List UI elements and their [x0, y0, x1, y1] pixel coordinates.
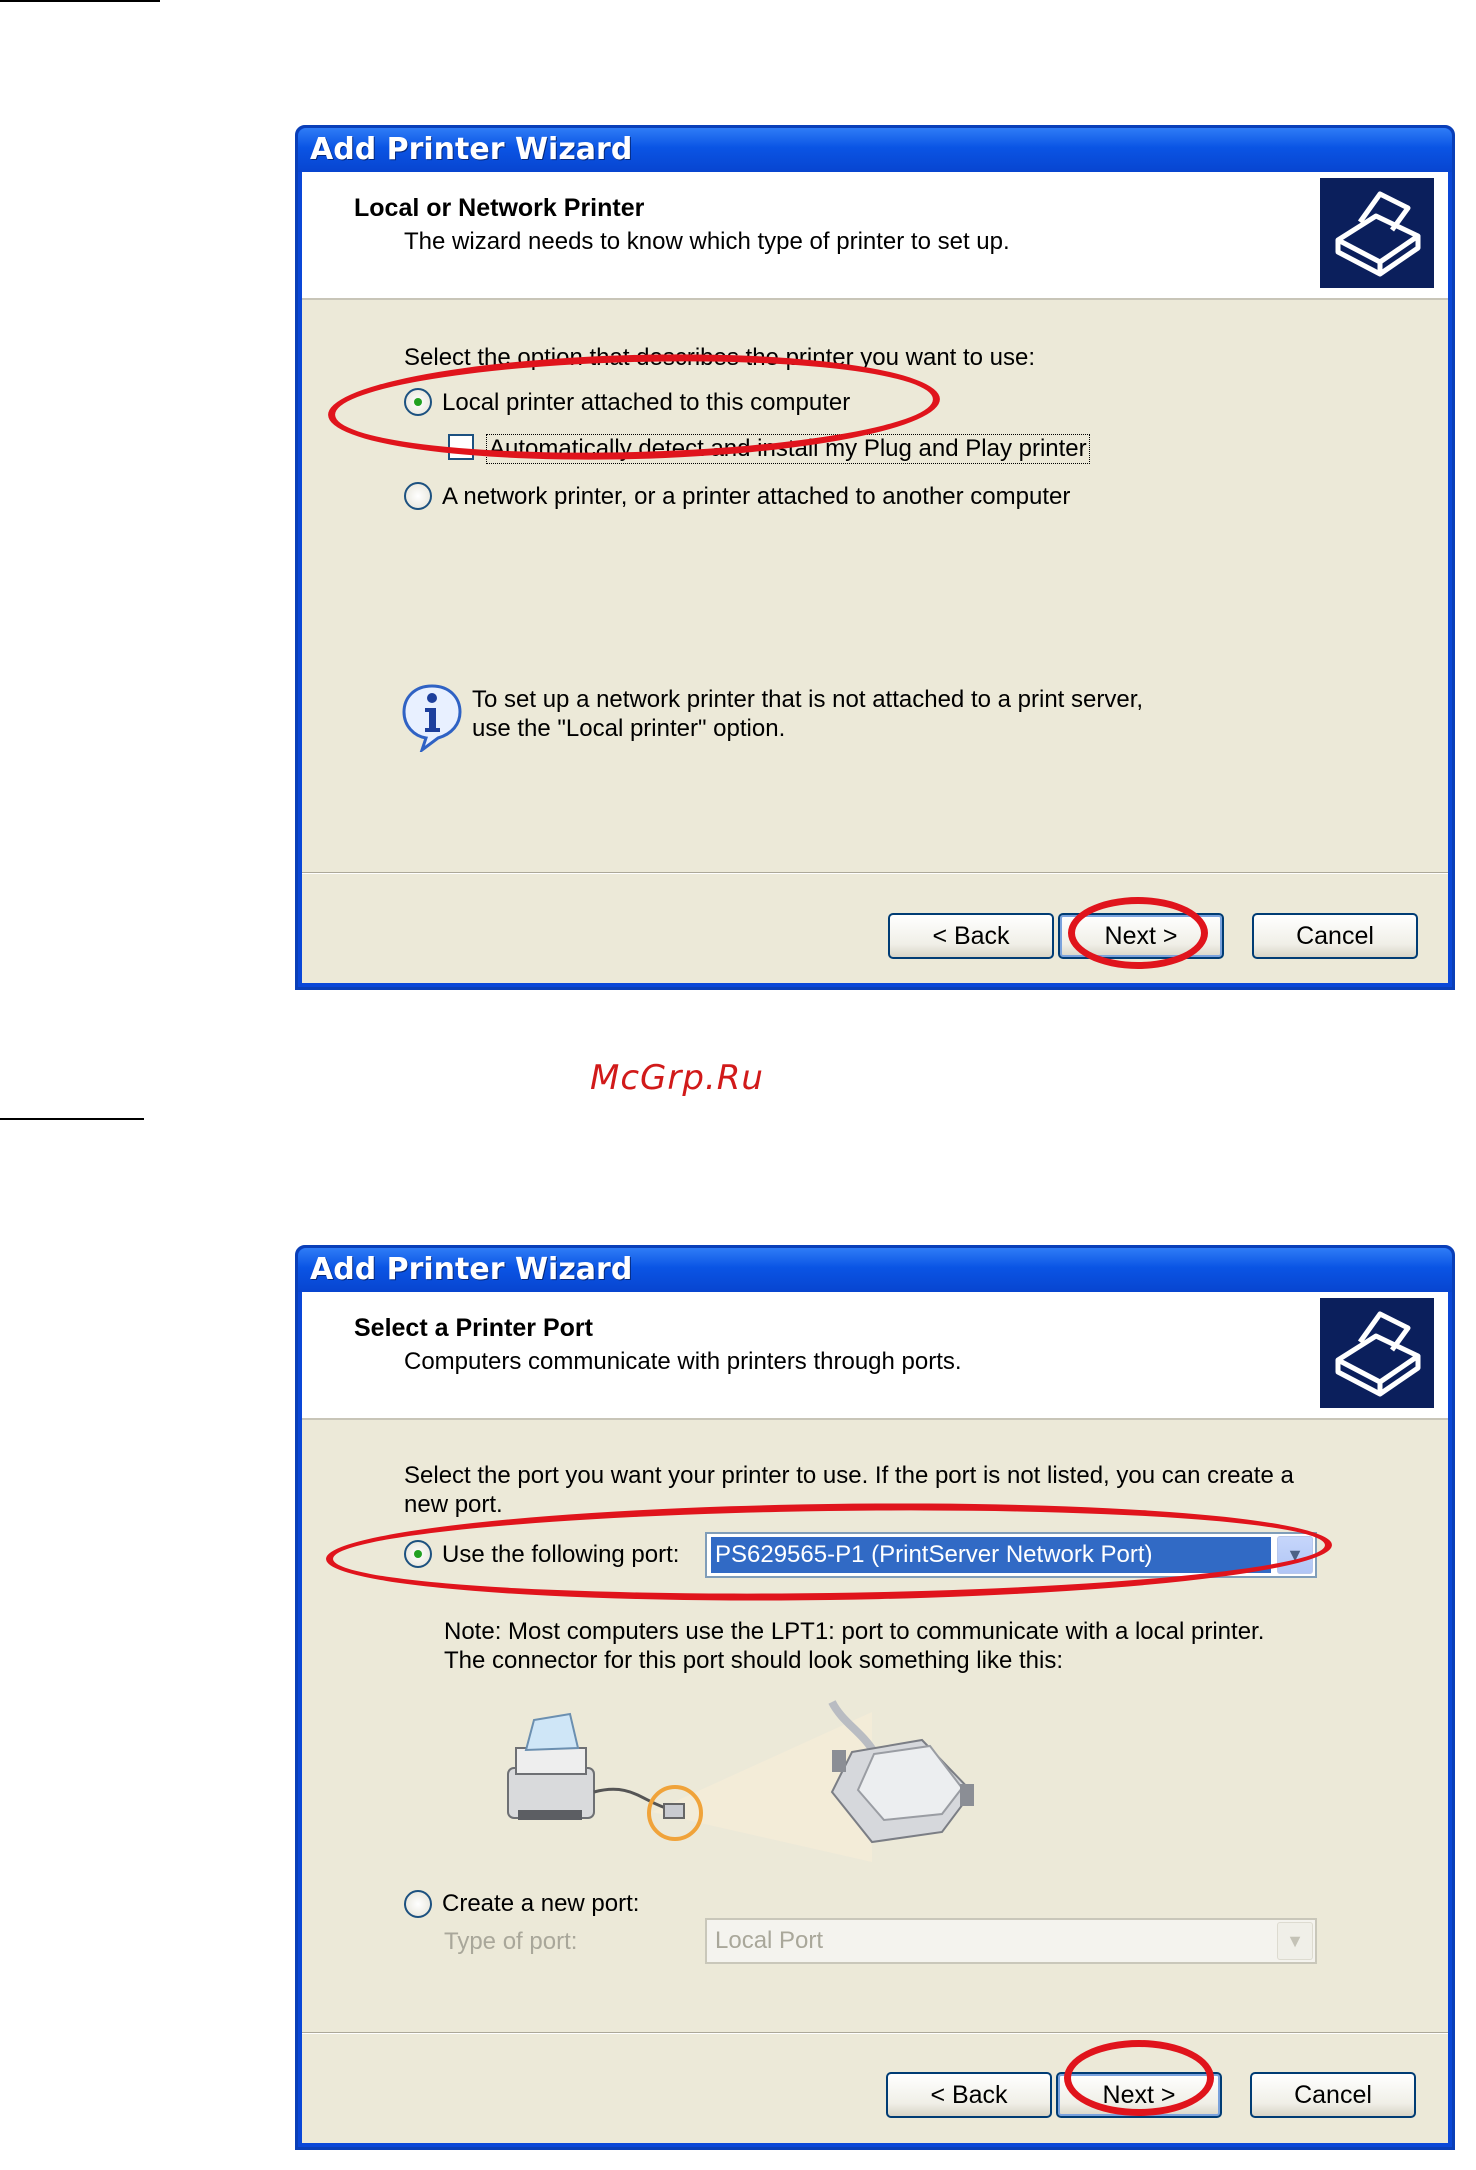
printer-wizard-icon [1320, 1298, 1434, 1408]
network-printer-label[interactable]: A network printer, or a printer attached… [442, 483, 1070, 511]
radio-selected-dot [414, 1550, 422, 1558]
header-title: Select a Printer Port [354, 1314, 593, 1342]
header-subtitle: The wizard needs to know which type of p… [404, 228, 1010, 255]
local-printer-label[interactable]: Local printer attached to this computer [442, 389, 850, 417]
lpt-connector-illustration [502, 1692, 1062, 1887]
use-following-port-label-text: Use the following port: [442, 1541, 680, 1568]
printer-illustration [507, 1712, 595, 1820]
chevron-down-icon[interactable]: ▼ [1277, 1536, 1313, 1574]
footer-separator [302, 872, 1448, 874]
add-printer-wizard-dialog-2: Add Printer Wizard Select a Printer Port… [295, 1245, 1455, 2150]
port-prompt-line-2: new port. [404, 1491, 503, 1518]
printer-wizard-icon [1320, 178, 1434, 288]
title-bar: Add Printer Wizard [298, 1248, 1452, 1292]
wizard-header: Local or Network Printer The wizard need… [302, 172, 1448, 300]
network-printer-radio[interactable] [404, 482, 432, 510]
type-of-port-label: Type of port: [444, 1928, 578, 1955]
header-subtitle: Computers communicate with printers thro… [404, 1348, 962, 1375]
port-select[interactable]: PS629565-P1 (PrintServer Network Port) ▼ [705, 1532, 1317, 1578]
note-line-2: The connector for this port should look … [444, 1647, 1063, 1674]
local-printer-label-text: Local printer attached to this computer [442, 389, 851, 416]
create-new-port-label[interactable]: Create a new port: [442, 1890, 639, 1918]
next-button[interactable]: Next > [1058, 913, 1224, 959]
network-printer-label-text: A network printer, or a printer attached… [442, 483, 1071, 510]
autodetect-label[interactable]: Automatically detect and install my Plug… [486, 434, 1090, 464]
port-select-value: PS629565-P1 (PrintServer Network Port) [711, 1537, 1271, 1573]
note-line-1: Note: Most computers use the LPT1: port … [444, 1618, 1265, 1645]
chevron-down-icon: ▼ [1277, 1922, 1313, 1960]
port-prompt-line-1: Select the port you want your printer to… [404, 1462, 1294, 1489]
info-text-line-2: use the "Local printer" option. [472, 715, 786, 742]
cancel-button[interactable]: Cancel [1250, 2072, 1416, 2118]
type-of-port-select: Local Port ▼ [705, 1918, 1317, 1964]
type-of-port-value: Local Port [715, 1927, 824, 1954]
dialog-client-area: Select a Printer Port Computers communic… [302, 1292, 1448, 2143]
back-button[interactable]: < Back [888, 913, 1054, 959]
next-button[interactable]: Next > [1056, 2072, 1222, 2118]
dialog-client-area: Local or Network Printer The wizard need… [302, 172, 1448, 983]
watermark: McGrp.Ru [590, 1058, 764, 1098]
radio-selected-dot [414, 398, 422, 406]
info-icon [400, 682, 464, 757]
create-new-port-radio[interactable] [404, 1890, 432, 1918]
page-rule-top [0, 0, 160, 2]
option-prompt: Select the option that describes the pri… [404, 344, 1036, 371]
cancel-button[interactable]: Cancel [1252, 913, 1418, 959]
header-title: Local or Network Printer [354, 194, 645, 222]
page-rule-middle [0, 1118, 144, 1120]
autodetect-label-text: Automatically detect and install my Plug… [489, 435, 1087, 462]
use-following-port-label[interactable]: Use the following port: [442, 1541, 679, 1569]
info-text-line-1: To set up a network printer that is not … [472, 686, 1144, 713]
local-printer-radio[interactable] [404, 388, 432, 416]
autodetect-checkbox[interactable] [448, 434, 474, 460]
add-printer-wizard-dialog-1: Add Printer Wizard Local or Network Prin… [295, 125, 1455, 990]
back-button[interactable]: < Back [886, 2072, 1052, 2118]
use-following-port-radio[interactable] [404, 1540, 432, 1568]
wizard-header: Select a Printer Port Computers communic… [302, 1292, 1448, 1420]
create-new-port-label-text: Create a new port: [442, 1890, 640, 1917]
footer-separator [302, 2032, 1448, 2034]
title-bar: Add Printer Wizard [298, 128, 1452, 172]
